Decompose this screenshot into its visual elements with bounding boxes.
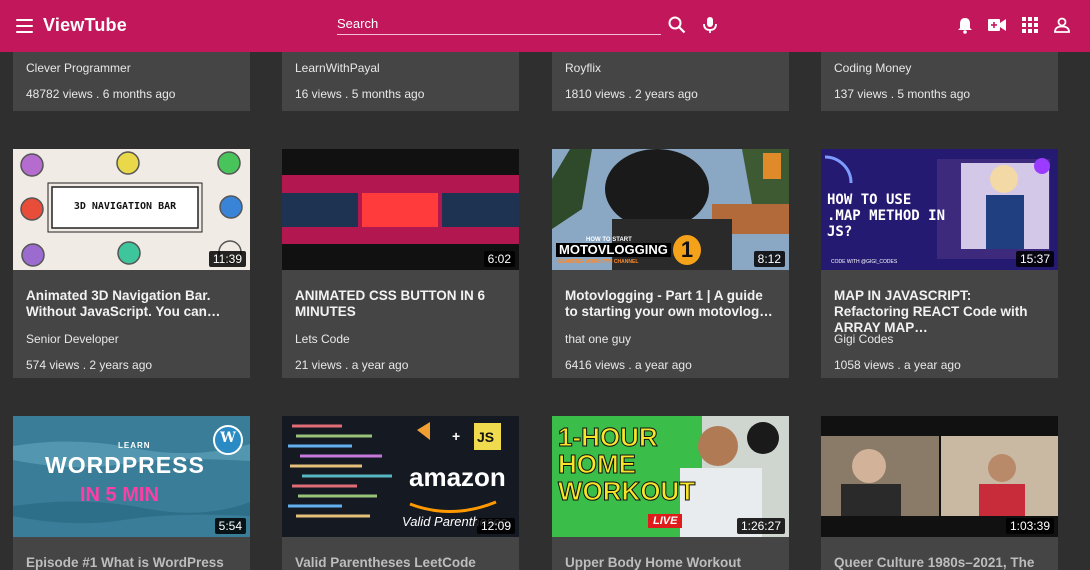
live-badge: LIVE bbox=[648, 514, 683, 528]
video-thumbnail[interactable]: HOW TO USE .MAP METHOD IN JS? CODE WITH … bbox=[821, 149, 1058, 270]
video-channel[interactable]: Royflix bbox=[565, 61, 601, 75]
video-card[interactable]: Clever Programmer 48782 views . 6 months… bbox=[13, 47, 250, 111]
video-thumbnail[interactable]: 3D NAVIGATION BAR 11:39 bbox=[13, 149, 250, 270]
apps-grid-icon[interactable] bbox=[1020, 15, 1040, 35]
video-card[interactable]: W LEARN WORDPRESS IN 5 MIN 5:54 Episode … bbox=[13, 416, 250, 570]
video-channel[interactable]: Clever Programmer bbox=[26, 61, 131, 75]
wordpress-icon: W bbox=[220, 430, 236, 446]
video-card[interactable]: Coding Money 137 views . 5 months ago bbox=[821, 47, 1058, 111]
thumbnail-subtext: IN 5 MIN bbox=[80, 484, 159, 506]
plus-icon: + bbox=[452, 428, 461, 444]
video-camera-icon[interactable] bbox=[987, 15, 1007, 35]
video-card[interactable]: HOW TO START MOTOVLOGGING STARTING YOUR … bbox=[552, 149, 789, 378]
video-duration: 5:54 bbox=[214, 518, 246, 534]
video-duration: 11:39 bbox=[208, 251, 246, 267]
app-header: ViewTube bbox=[0, 0, 1090, 52]
video-card[interactable]: 6:02 ANIMATED CSS BUTTON IN 6 MINUTES Le… bbox=[282, 149, 519, 378]
thumbnail-text: MOTOVLOGGING bbox=[556, 243, 671, 257]
thumbnail-text: amazon bbox=[409, 462, 506, 492]
video-meta: 6416 views . a year ago bbox=[565, 358, 692, 372]
menu-icon[interactable] bbox=[16, 15, 36, 37]
app-logo[interactable]: ViewTube bbox=[43, 15, 127, 36]
video-title[interactable]: Motovlogging - Part 1 | A guide to start… bbox=[565, 288, 777, 320]
thumbnail-text: 3D NAVIGATION BAR bbox=[73, 201, 177, 212]
video-thumbnail[interactable]: HOW TO START MOTOVLOGGING STARTING YOUR … bbox=[552, 149, 789, 270]
video-card[interactable]: 3D NAVIGATION BAR 11:39 Animated 3D Navi… bbox=[13, 149, 250, 378]
video-thumbnail[interactable]: 1:03:39 bbox=[821, 416, 1058, 537]
search-input[interactable] bbox=[337, 13, 661, 33]
video-grid: Clever Programmer 48782 views . 6 months… bbox=[0, 0, 1090, 570]
video-channel[interactable]: Senior Developer bbox=[26, 332, 119, 346]
thumbnail-text: 1-HOUR HOME WORKOUT bbox=[558, 422, 696, 506]
video-title[interactable]: MAP IN JAVASCRIPT: Refactoring REACT Cod… bbox=[834, 288, 1046, 336]
video-title[interactable]: Queer Culture 1980s–2021, The bbox=[834, 555, 1046, 570]
thumbnail-logo-text: JS bbox=[477, 429, 495, 445]
video-duration: 12:09 bbox=[476, 518, 515, 534]
video-thumbnail[interactable]: W LEARN WORDPRESS IN 5 MIN 5:54 bbox=[13, 416, 250, 537]
thumbnail-number: 1 bbox=[673, 235, 701, 265]
video-title[interactable]: ANIMATED CSS BUTTON IN 6 MINUTES bbox=[295, 288, 507, 320]
thumbnail-subtext: CODE WITH @GIGI_CODES bbox=[831, 259, 898, 265]
search-box bbox=[337, 13, 661, 35]
video-channel[interactable]: that one guy bbox=[565, 332, 631, 346]
video-duration: 15:37 bbox=[1015, 251, 1054, 267]
video-card[interactable]: HOW TO USE .MAP METHOD IN JS? CODE WITH … bbox=[821, 149, 1058, 378]
video-meta: 16 views . 5 months ago bbox=[295, 87, 425, 101]
video-meta: 1058 views . a year ago bbox=[834, 358, 961, 372]
video-title[interactable]: Episode #1 What is WordPress and bbox=[26, 555, 238, 570]
video-channel[interactable]: Coding Money bbox=[834, 61, 911, 75]
video-title[interactable]: Upper Body Home Workout bbox=[565, 555, 777, 570]
thumbnail-text: WORDPRESS bbox=[45, 452, 205, 478]
video-meta: 574 views . 2 years ago bbox=[26, 358, 153, 372]
video-duration: 6:02 bbox=[483, 251, 515, 267]
search-icon[interactable] bbox=[667, 15, 687, 35]
video-channel[interactable]: Gigi Codes bbox=[834, 332, 893, 346]
mic-icon[interactable] bbox=[700, 15, 720, 35]
video-thumbnail[interactable]: 6:02 bbox=[282, 149, 519, 270]
thumbnail-subtext: STARTING YOUR OWN CHANNEL bbox=[558, 259, 639, 265]
video-card[interactable]: Royflix 1810 views . 2 years ago bbox=[552, 47, 789, 111]
video-thumbnail[interactable]: + JS amazon Valid Parentheses 12:09 bbox=[282, 416, 519, 537]
video-meta: 1810 views . 2 years ago bbox=[565, 87, 698, 101]
video-meta: 137 views . 5 months ago bbox=[834, 87, 971, 101]
video-duration: 8:12 bbox=[753, 251, 785, 267]
video-card[interactable]: 1:03:39 Queer Culture 1980s–2021, The bbox=[821, 416, 1058, 570]
video-meta: 48782 views . 6 months ago bbox=[26, 87, 176, 101]
video-card[interactable]: 1-HOUR HOME WORKOUT LIVE 1:26:27 Upper B… bbox=[552, 416, 789, 570]
thumbnail-text: HOW TO USE .MAP METHOD IN JS? bbox=[827, 192, 946, 240]
account-icon[interactable] bbox=[1052, 15, 1072, 35]
video-duration: 1:26:27 bbox=[736, 518, 785, 534]
video-card[interactable]: + JS amazon Valid Parentheses 12:09 Vali… bbox=[282, 416, 519, 570]
bell-icon[interactable] bbox=[955, 15, 975, 35]
video-card[interactable]: LearnWithPayal 16 views . 5 months ago bbox=[282, 47, 519, 111]
video-meta: 21 views . a year ago bbox=[295, 358, 409, 372]
video-title[interactable]: Animated 3D Navigation Bar. Without Java… bbox=[26, 288, 238, 320]
video-channel[interactable]: Lets Code bbox=[295, 332, 350, 346]
video-thumbnail[interactable]: 1-HOUR HOME WORKOUT LIVE 1:26:27 bbox=[552, 416, 789, 537]
video-title[interactable]: Valid Parentheses LeetCode bbox=[295, 555, 507, 570]
thumbnail-subtext: LEARN bbox=[118, 441, 151, 450]
video-channel[interactable]: LearnWithPayal bbox=[295, 61, 380, 75]
video-duration: 1:03:39 bbox=[1005, 518, 1054, 534]
